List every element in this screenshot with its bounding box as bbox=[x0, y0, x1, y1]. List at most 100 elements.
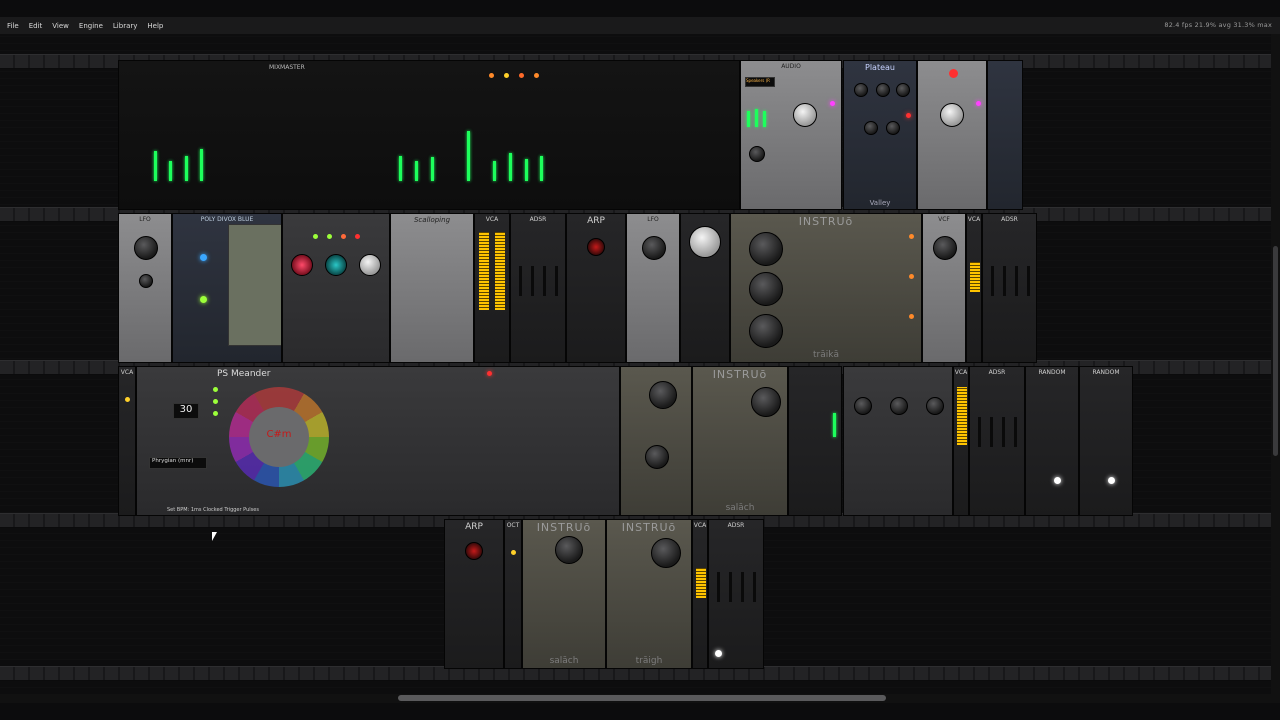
knob[interactable] bbox=[749, 314, 783, 348]
bpm-display[interactable]: 30 bbox=[173, 403, 199, 419]
arp-module-2[interactable]: ARP bbox=[444, 519, 504, 669]
volume-knob[interactable] bbox=[793, 103, 817, 127]
decay-fader[interactable] bbox=[1003, 266, 1006, 296]
knob-module[interactable] bbox=[843, 366, 953, 516]
sustain-fader[interactable] bbox=[1002, 417, 1005, 447]
poly-module[interactable]: POLY DIVOX BLUE bbox=[172, 213, 282, 363]
lfo-module[interactable]: LFO bbox=[118, 213, 172, 363]
decay-fader[interactable] bbox=[729, 572, 732, 602]
adsr-module-2[interactable]: ADSR bbox=[982, 213, 1037, 363]
decay-fader[interactable] bbox=[990, 417, 993, 447]
volume-knob[interactable] bbox=[940, 103, 964, 127]
level-meter bbox=[957, 387, 967, 445]
knob[interactable] bbox=[926, 397, 944, 415]
menu-library[interactable]: Library bbox=[113, 22, 137, 30]
vca-module-3[interactable]: VCA bbox=[953, 366, 969, 516]
lfo-module-2[interactable]: LFO bbox=[626, 213, 680, 363]
attack-fader[interactable] bbox=[991, 266, 994, 296]
display-module[interactable] bbox=[788, 366, 842, 516]
instruo-traika-module[interactable]: INSTRUō trāikā bbox=[730, 213, 922, 363]
vca-label: VCA bbox=[954, 369, 968, 376]
vertical-scroll-thumb[interactable] bbox=[1273, 246, 1278, 456]
vca-module-4[interactable]: VCA bbox=[692, 519, 708, 669]
cutoff-knob[interactable] bbox=[291, 254, 313, 276]
adsr-module-4[interactable]: ADSR bbox=[708, 519, 764, 669]
knob[interactable] bbox=[854, 83, 868, 97]
vca-module-2[interactable]: VCA bbox=[966, 213, 982, 363]
poly-label: POLY DIVOX BLUE bbox=[200, 216, 254, 223]
synth-module[interactable] bbox=[282, 213, 390, 363]
horizontal-scroll-thumb[interactable] bbox=[398, 695, 886, 701]
frequency-knob[interactable] bbox=[642, 236, 666, 260]
sustain-fader[interactable] bbox=[543, 266, 546, 296]
knob[interactable] bbox=[651, 538, 681, 568]
release-fader[interactable] bbox=[753, 572, 756, 602]
arp-knob[interactable] bbox=[465, 542, 483, 560]
scalloping-module[interactable]: Scalloping bbox=[390, 213, 474, 363]
instruo-salach-module[interactable] bbox=[620, 366, 692, 516]
tempo-knob[interactable] bbox=[689, 226, 721, 258]
random-module-2[interactable]: RANDOM bbox=[1079, 366, 1133, 516]
arp-module[interactable]: ARP bbox=[566, 213, 626, 363]
adsr-module-3[interactable]: ADSR bbox=[969, 366, 1025, 516]
knob[interactable] bbox=[555, 536, 583, 564]
decay-fader[interactable] bbox=[531, 266, 534, 296]
knob[interactable] bbox=[751, 387, 781, 417]
knob[interactable] bbox=[854, 397, 872, 415]
sequencer-display[interactable] bbox=[228, 224, 281, 346]
menu-help[interactable]: Help bbox=[147, 22, 163, 30]
knob[interactable] bbox=[749, 272, 783, 306]
oct-module-2[interactable]: OCT bbox=[504, 519, 522, 669]
vcf-module[interactable]: VCF bbox=[922, 213, 966, 363]
attack-fader[interactable] bbox=[717, 572, 720, 602]
sustain-fader[interactable] bbox=[1015, 266, 1018, 296]
vertical-scrollbar[interactable] bbox=[1271, 34, 1280, 694]
instruo-traigh-module-2[interactable]: INSTRUō trāigh bbox=[606, 519, 692, 669]
cutoff-knob[interactable] bbox=[933, 236, 957, 260]
status-led bbox=[313, 234, 318, 239]
scope-module[interactable] bbox=[987, 60, 1023, 210]
knob[interactable] bbox=[139, 274, 153, 288]
knob[interactable] bbox=[749, 232, 783, 266]
attack-fader[interactable] bbox=[519, 266, 522, 296]
instruo-traigh-module[interactable]: INSTRUō salāch bbox=[692, 366, 788, 516]
knob[interactable] bbox=[749, 146, 765, 162]
menu-engine[interactable]: Engine bbox=[79, 22, 103, 30]
knob[interactable] bbox=[864, 121, 878, 135]
knob[interactable] bbox=[896, 83, 910, 97]
knob[interactable] bbox=[886, 121, 900, 135]
knob[interactable] bbox=[876, 83, 890, 97]
random-module[interactable]: RANDOM bbox=[1025, 366, 1079, 516]
audio-module[interactable]: AUDIO Speakers (R bbox=[740, 60, 842, 210]
menu-edit[interactable]: Edit bbox=[29, 22, 43, 30]
attack-fader[interactable] bbox=[978, 417, 981, 447]
plateau-module[interactable]: Plateau Valley bbox=[843, 60, 917, 210]
knob[interactable] bbox=[649, 381, 677, 409]
knob[interactable] bbox=[890, 397, 908, 415]
menu-file[interactable]: File bbox=[7, 22, 19, 30]
resonance-knob[interactable] bbox=[325, 254, 347, 276]
release-fader[interactable] bbox=[1027, 266, 1030, 296]
release-fader[interactable] bbox=[1014, 417, 1017, 447]
frequency-knob[interactable] bbox=[134, 236, 158, 260]
arp-knob[interactable] bbox=[587, 238, 605, 256]
audio-module-2[interactable] bbox=[917, 60, 987, 210]
vca-module[interactable]: VCA bbox=[474, 213, 510, 363]
audio-device-display[interactable]: Speakers (R bbox=[745, 77, 775, 87]
clock-module[interactable] bbox=[680, 213, 730, 363]
instruo-salach-module-2[interactable]: INSTRUō salāch bbox=[522, 519, 606, 669]
adsr-module[interactable]: ADSR bbox=[510, 213, 566, 363]
release-fader[interactable] bbox=[555, 266, 558, 296]
mixer-module[interactable]: MIXMASTER bbox=[118, 60, 740, 210]
level-meter bbox=[185, 156, 188, 181]
knob[interactable] bbox=[359, 254, 381, 276]
oct-module[interactable]: VCA bbox=[118, 366, 136, 516]
meander-module[interactable]: PS Meander 30 Phrygian (mnr) C#m Set BPM… bbox=[136, 366, 620, 516]
mode-display[interactable]: Phrygian (mnr) bbox=[149, 457, 207, 469]
horizontal-scrollbar[interactable] bbox=[0, 694, 1280, 703]
menu-view[interactable]: View bbox=[52, 22, 69, 30]
knob[interactable] bbox=[645, 445, 669, 469]
adsr-label: ADSR bbox=[1001, 216, 1018, 223]
status-led bbox=[341, 234, 346, 239]
sustain-fader[interactable] bbox=[741, 572, 744, 602]
